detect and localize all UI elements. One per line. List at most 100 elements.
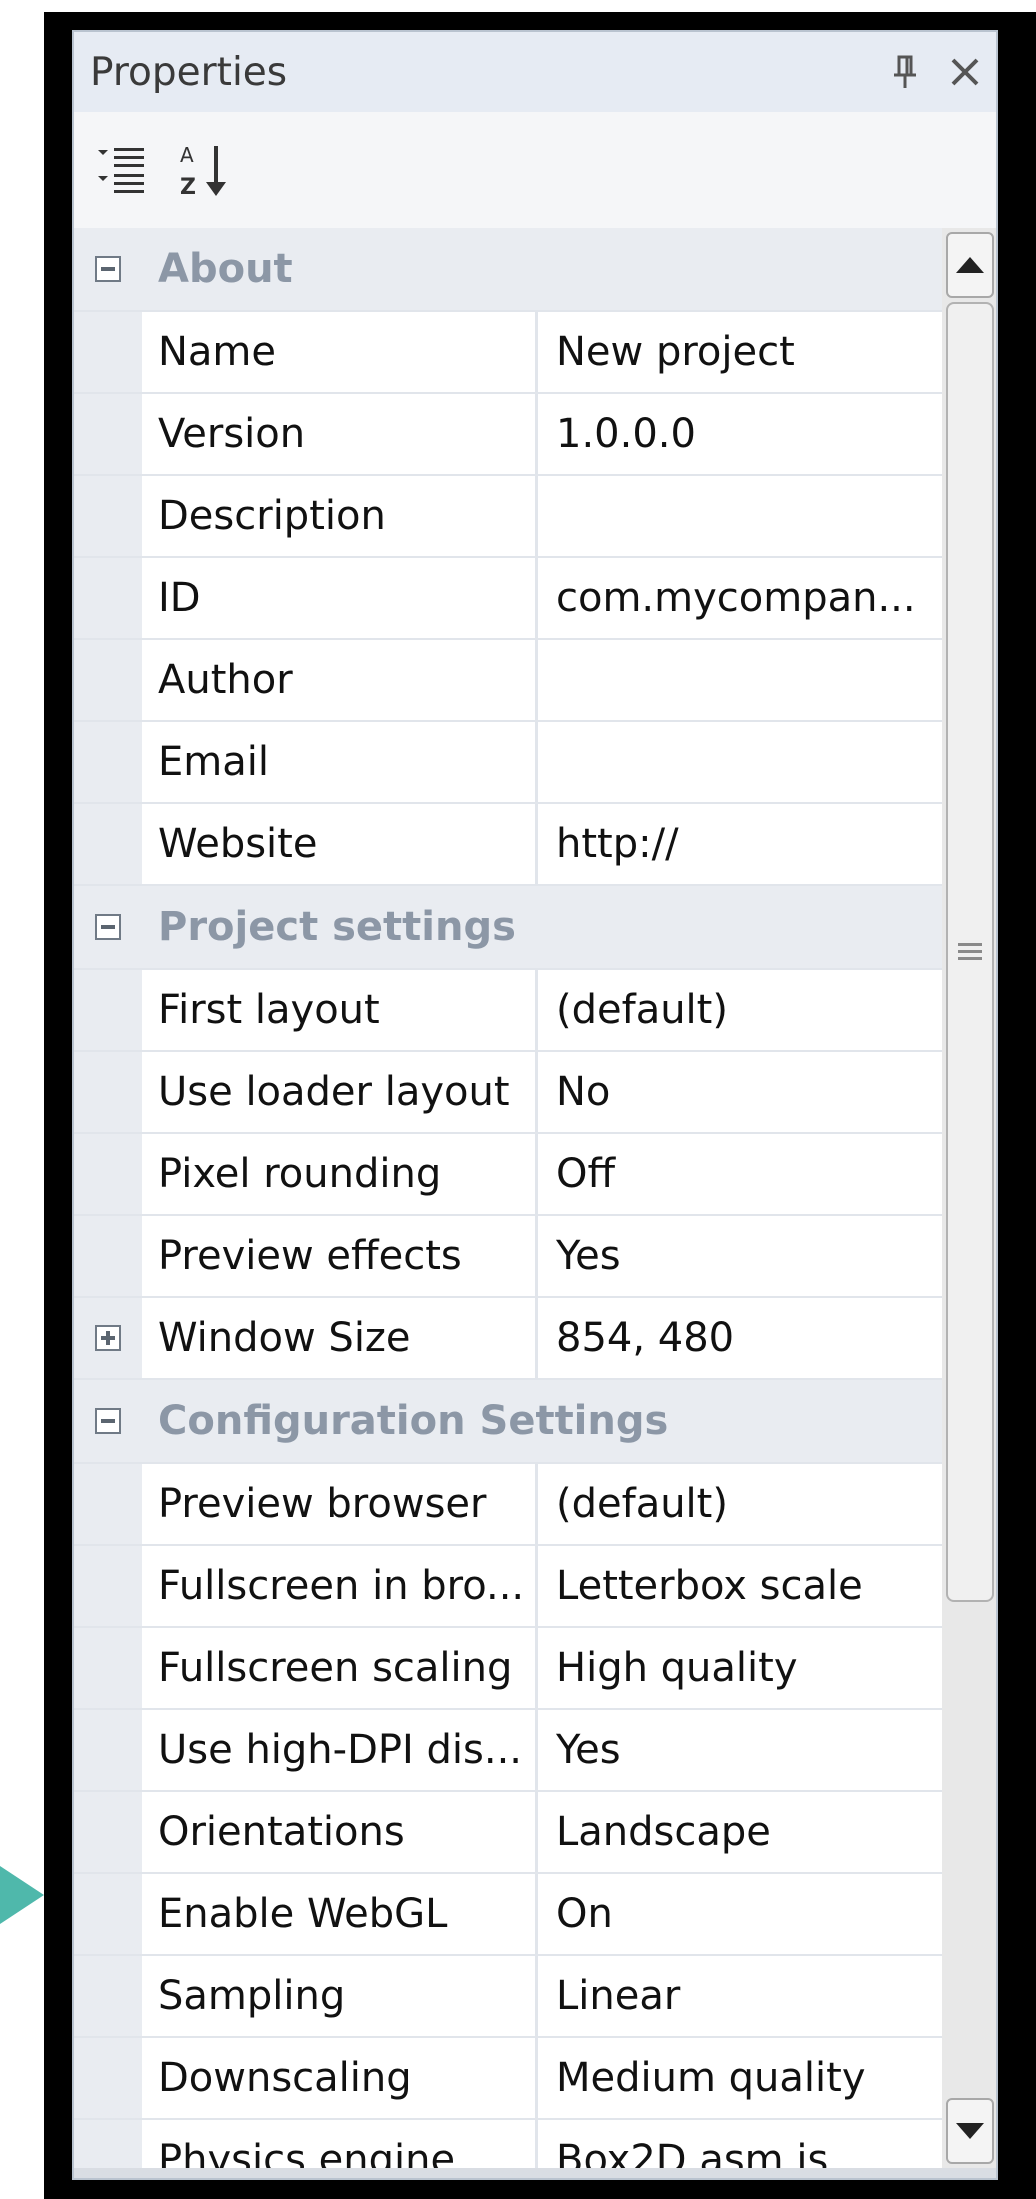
property-row[interactable]: Version 1.0.0.0	[74, 394, 942, 476]
row-gutter	[74, 394, 142, 474]
panel-bottom-edge	[74, 2168, 996, 2178]
property-value[interactable]: Landscape	[538, 1792, 942, 1872]
property-name: Website	[142, 804, 538, 884]
property-value[interactable]: On	[538, 1874, 942, 1954]
categorized-icon[interactable]	[92, 140, 152, 200]
vertical-scrollbar[interactable]	[942, 228, 996, 2168]
row-gutter	[74, 1710, 142, 1790]
category-label: Project settings	[158, 904, 516, 950]
category-label: About	[158, 246, 293, 292]
row-gutter	[74, 1134, 142, 1214]
category-gutter	[74, 914, 142, 940]
row-gutter	[74, 312, 142, 392]
property-name: Use loader layout	[142, 1052, 538, 1132]
row-gutter	[74, 1464, 142, 1544]
row-gutter	[74, 1956, 142, 2036]
property-name: Sampling	[142, 1956, 538, 2036]
row-gutter	[74, 1216, 142, 1296]
property-row[interactable]: Orientations Landscape	[74, 1792, 942, 1874]
property-name: Orientations	[142, 1792, 538, 1872]
svg-text:Z: Z	[180, 175, 196, 198]
category-gutter	[74, 256, 142, 282]
scrollbar-thumb[interactable]	[946, 302, 994, 1602]
scroll-up-icon[interactable]	[946, 232, 994, 298]
property-value[interactable]: Yes	[538, 1216, 942, 1296]
row-gutter	[74, 2038, 142, 2118]
category-header[interactable]: Project settings	[74, 886, 942, 970]
property-row[interactable]: Fullscreen scaling High quality	[74, 1628, 942, 1710]
property-row[interactable]: Name New project	[74, 312, 942, 394]
property-value[interactable]: New project	[538, 312, 942, 392]
property-row[interactable]: Description	[74, 476, 942, 558]
property-value[interactable]: Off	[538, 1134, 942, 1214]
row-gutter	[74, 1546, 142, 1626]
property-value[interactable]: Box2D asm.js	[538, 2120, 942, 2168]
property-row[interactable]: Sampling Linear	[74, 1956, 942, 2038]
close-icon[interactable]	[936, 43, 994, 101]
panel-titlebar: Properties	[74, 32, 996, 112]
collapse-icon[interactable]	[95, 1408, 121, 1434]
panel-title: Properties	[90, 49, 288, 95]
property-name: Window Size	[142, 1298, 538, 1378]
property-value[interactable]: (default)	[538, 1464, 942, 1544]
property-row[interactable]: Website http://	[74, 804, 942, 886]
property-grid: About Name New project Version 1.0.0.0 Descri…	[74, 228, 942, 2168]
scroll-down-icon[interactable]	[946, 2098, 994, 2164]
row-gutter	[74, 1052, 142, 1132]
property-value[interactable]: (default)	[538, 970, 942, 1050]
property-row[interactable]: Use high-DPI dis... Yes	[74, 1710, 942, 1792]
property-value[interactable]: com.mycompan...	[538, 558, 942, 638]
row-gutter	[74, 722, 142, 802]
property-row[interactable]: First layout (default)	[74, 970, 942, 1052]
row-gutter	[74, 1298, 142, 1378]
property-name: Description	[142, 476, 538, 556]
property-value[interactable]: High quality	[538, 1628, 942, 1708]
property-row[interactable]: Email	[74, 722, 942, 804]
property-value[interactable]: Medium quality	[538, 2038, 942, 2118]
property-name: Pixel rounding	[142, 1134, 538, 1214]
property-row[interactable]: ID com.mycompan...	[74, 558, 942, 640]
svg-text:A: A	[180, 143, 194, 167]
property-name: Version	[142, 394, 538, 474]
property-row[interactable]: Author	[74, 640, 942, 722]
collapse-icon[interactable]	[95, 914, 121, 940]
property-name: Fullscreen in bro...	[142, 1546, 538, 1626]
property-row[interactable]: Physics engine Box2D asm.js	[74, 2120, 942, 2168]
category-header[interactable]: Configuration Settings	[74, 1380, 942, 1464]
property-name: First layout	[142, 970, 538, 1050]
property-value[interactable]: No	[538, 1052, 942, 1132]
property-value[interactable]	[538, 640, 942, 720]
annotation-arrow-icon	[0, 1866, 44, 1924]
property-row[interactable]: Downscaling Medium quality	[74, 2038, 942, 2120]
row-gutter	[74, 640, 142, 720]
property-name: Author	[142, 640, 538, 720]
property-value[interactable]: http://	[538, 804, 942, 884]
property-value[interactable]	[538, 476, 942, 556]
row-gutter	[74, 1628, 142, 1708]
property-name: Enable WebGL	[142, 1874, 538, 1954]
category-gutter	[74, 1408, 142, 1434]
row-gutter	[74, 1792, 142, 1872]
property-value[interactable]	[538, 722, 942, 802]
pin-icon[interactable]	[876, 43, 934, 101]
property-row[interactable]: Preview effects Yes	[74, 1216, 942, 1298]
panel-toolbar: A Z	[74, 112, 996, 228]
property-row[interactable]: Pixel rounding Off	[74, 1134, 942, 1216]
row-gutter	[74, 558, 142, 638]
property-row[interactable]: Fullscreen in bro... Letterbox scale	[74, 1546, 942, 1628]
category-header[interactable]: About	[74, 228, 942, 312]
row-gutter	[74, 1874, 142, 1954]
property-row[interactable]: Use loader layout No	[74, 1052, 942, 1134]
alphabetical-sort-icon[interactable]: A Z	[174, 140, 234, 200]
property-row[interactable]: Preview browser (default)	[74, 1464, 942, 1546]
property-value[interactable]: Linear	[538, 1956, 942, 2036]
property-value[interactable]: 854, 480	[538, 1298, 942, 1378]
property-value[interactable]: Letterbox scale	[538, 1546, 942, 1626]
expand-icon[interactable]	[95, 1325, 121, 1351]
collapse-icon[interactable]	[95, 256, 121, 282]
property-value[interactable]: Yes	[538, 1710, 942, 1790]
property-name: Use high-DPI dis...	[142, 1710, 538, 1790]
property-row[interactable]: Window Size 854, 480	[74, 1298, 942, 1380]
property-row[interactable]: Enable WebGL On	[74, 1874, 942, 1956]
property-value[interactable]: 1.0.0.0	[538, 394, 942, 474]
